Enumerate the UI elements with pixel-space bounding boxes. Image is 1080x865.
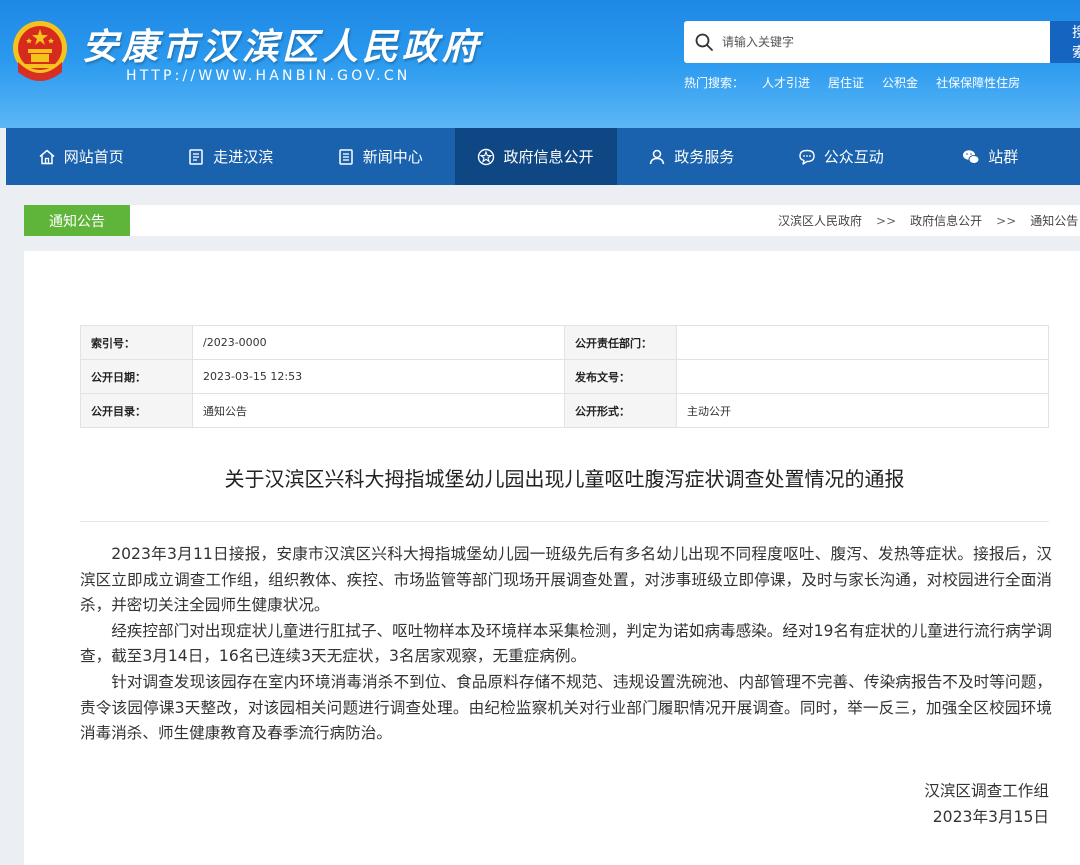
nav-label: 走进汉滨	[213, 148, 274, 166]
section-tab[interactable]: 通知公告	[24, 205, 130, 236]
chat-icon	[799, 149, 815, 165]
nav-item-home[interactable]: 网站首页	[6, 128, 156, 185]
user-icon	[649, 149, 665, 164]
nav-item-sites[interactable]: 站群	[916, 128, 1066, 185]
section-bar: 通知公告 汉滨区人民政府 >> 政府信息公开 >> 通知公告	[24, 205, 1080, 236]
meta-value: 2023-03-15 12:53	[192, 359, 565, 394]
table-row: 索引号： /2023-0000 公开责任部门：	[80, 325, 1049, 360]
home-icon	[39, 149, 55, 164]
signature-date: 2023年3月15日	[932, 808, 1049, 826]
breadcrumb-link[interactable]: 政府信息公开	[910, 212, 982, 229]
search-box	[684, 21, 1050, 63]
nav-label: 政务服务	[674, 148, 735, 166]
meta-label: 索引号：	[80, 325, 193, 360]
article-title: 关于汉滨区兴科大拇指城堡幼儿园出现儿童呕吐腹泻症状调查处置情况的通报	[224, 467, 905, 491]
nav-label: 网站首页	[63, 148, 124, 166]
article-paragraph: 针对调查发现该园存在室内环境消毒消杀不到位、食品原料存储不规范、违规设置洗碗池、…	[80, 672, 1052, 743]
meta-value: /2023-0000	[192, 325, 565, 360]
breadcrumb-separator: >>	[996, 213, 1017, 228]
nav-item-services[interactable]: 政务服务	[617, 128, 767, 185]
meta-label: 公开责任部门：	[564, 325, 677, 360]
search-input[interactable]	[722, 21, 1042, 63]
search-icon	[695, 33, 713, 51]
nav-label: 公众互动	[823, 148, 884, 166]
main-nav: 网站首页 走进汉滨 新闻中心 政府信息公开 政务服务 公众互动 站群	[6, 128, 1080, 185]
hot-search-item[interactable]: 人才引进	[762, 74, 810, 91]
article-panel: 索引号： /2023-0000 公开责任部门： 公开日期： 2023-03-15…	[24, 251, 1080, 865]
meta-value	[676, 325, 1049, 360]
national-emblem-icon	[13, 21, 67, 81]
meta-label: 发布文号：	[564, 359, 677, 394]
nav-item-about[interactable]: 走进汉滨	[156, 128, 306, 185]
meta-label: 公开日期：	[80, 359, 193, 394]
article-paragraph: 2023年3月11日接报，安康市汉滨区兴科大拇指城堡幼儿园一班级先后有多名幼儿出…	[80, 545, 1052, 615]
meta-value: 通知公告	[192, 393, 565, 428]
nav-label: 政府信息公开	[503, 148, 594, 166]
article-body: 2023年3月11日接报，安康市汉滨区兴科大拇指城堡幼儿园一班级先后有多名幼儿出…	[80, 542, 1052, 747]
breadcrumb-link[interactable]: 汉滨区人民政府	[778, 212, 862, 229]
hot-search-item[interactable]: 社保保障性住房	[936, 74, 1020, 91]
hot-search-item[interactable]: 公积金	[882, 74, 918, 91]
signature: 汉滨区调查工作组 2023年3月15日	[924, 778, 1049, 830]
star-icon	[478, 148, 495, 165]
meta-label: 公开形式：	[564, 393, 677, 428]
site-url: HTTP://WWW.HANBIN.GOV.CN	[126, 68, 411, 84]
table-row: 公开日期： 2023-03-15 12:53 发布文号：	[80, 359, 1049, 394]
table-row: 公开目录： 通知公告 公开形式： 主动公开	[80, 393, 1049, 428]
wechat-icon	[963, 149, 980, 164]
meta-table: 索引号： /2023-0000 公开责任部门： 公开日期： 2023-03-15…	[80, 325, 1049, 428]
divider	[80, 521, 1049, 522]
nav-label: 新闻中心	[362, 148, 423, 166]
article-paragraph: 经疾控部门对出现症状儿童进行肛拭子、呕吐物样本及环境样本采集检测，判定为诺如病毒…	[80, 621, 1052, 666]
hot-search: 热门搜索： 人才引进 居住证 公积金 社保保障性住房	[684, 73, 1020, 91]
breadcrumb-link[interactable]: 通知公告	[1030, 212, 1078, 229]
news-icon	[338, 148, 353, 165]
meta-label: 公开目录：	[80, 393, 193, 428]
breadcrumb-separator: >>	[876, 213, 897, 228]
site-title: 安康市汉滨区人民政府	[82, 26, 483, 68]
hot-search-label: 热门搜索：	[684, 75, 745, 90]
nav-item-interaction[interactable]: 公众互动	[766, 128, 916, 185]
nav-label: 站群	[988, 148, 1019, 166]
site-header: 安康市汉滨区人民政府 HTTP://WWW.HANBIN.GOV.CN 搜索 热…	[0, 0, 1080, 128]
search-button[interactable]: 搜索	[1050, 21, 1080, 63]
document-icon	[189, 148, 203, 165]
breadcrumb: 汉滨区人民政府 >> 政府信息公开 >> 通知公告	[778, 205, 1078, 236]
hot-search-item[interactable]: 居住证	[828, 74, 864, 91]
nav-item-gov-info[interactable]: 政府信息公开	[454, 128, 617, 185]
nav-item-news[interactable]: 新闻中心	[305, 128, 455, 185]
meta-value	[676, 359, 1049, 394]
signature-org: 汉滨区调查工作组	[924, 782, 1049, 800]
meta-value: 主动公开	[676, 393, 1049, 428]
